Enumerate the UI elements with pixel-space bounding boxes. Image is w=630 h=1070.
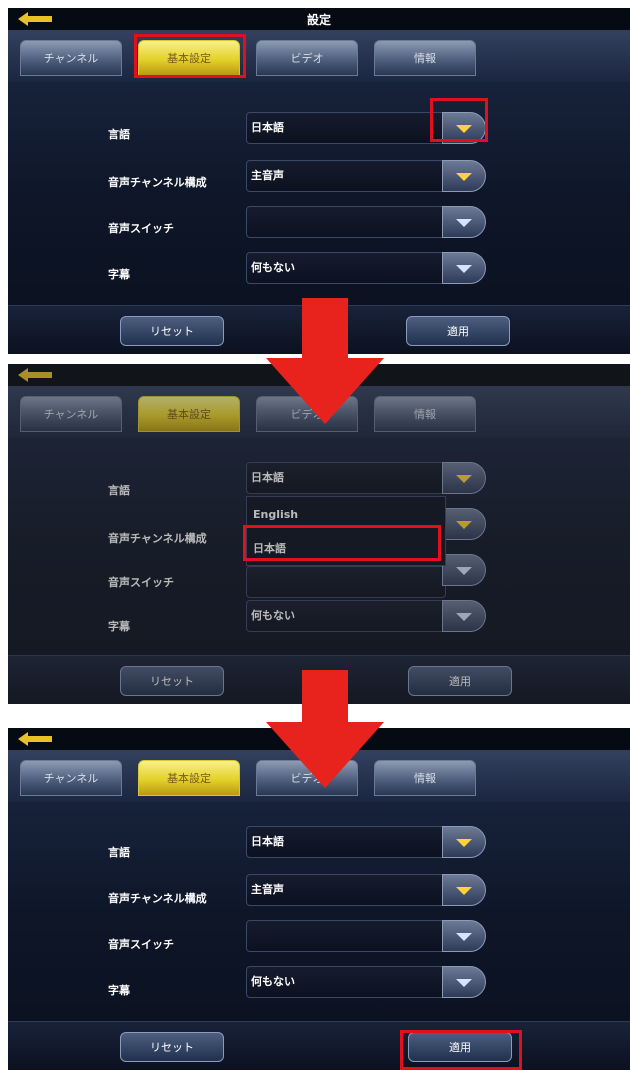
audio-switch-dropdown-button[interactable] [442,554,486,586]
chevron-down-icon [456,887,472,895]
chevron-down-icon [456,475,472,483]
audio-switch-label: 音声スイッチ [108,222,174,235]
settings-form: 言語 日本語 音声チャンネル構成 主音声 音声スイッチ 字幕 何もない [8,82,630,304]
reset-button[interactable]: リセット [120,666,224,696]
chevron-down-icon [456,613,472,621]
subtitle-dropdown-button[interactable] [442,252,486,284]
back-arrow-icon[interactable] [18,731,52,747]
language-select[interactable]: 日本語 [246,462,446,494]
chevron-down-icon [456,933,472,941]
page-title: 設定 [306,13,331,27]
language-label: 言語 [108,128,130,141]
reset-button[interactable]: リセット [120,1032,224,1062]
audio-channel-select[interactable]: 主音声 [246,874,446,906]
highlight-japanese-option [243,525,441,561]
subtitle-dropdown-button[interactable] [442,966,486,998]
tab-info[interactable]: 情報 [374,760,476,796]
language-dropdown-button[interactable] [442,826,486,858]
tab-basic-settings[interactable]: 基本設定 [138,396,240,432]
language-label: 言語 [108,484,130,497]
subtitle-label: 字幕 [108,268,130,281]
audio-channel-label: 音声チャンネル構成 [108,532,207,545]
apply-button[interactable]: 適用 [408,666,512,696]
step-arrow-icon [266,298,384,424]
tab-bar: チャンネル 基本設定 ビデオ 情報 [8,30,630,82]
tab-basic-settings[interactable]: 基本設定 [138,760,240,796]
subtitle-select[interactable]: 何もない [246,966,446,998]
audio-switch-label: 音声スイッチ [108,576,174,589]
audio-channel-label: 音声チャンネル構成 [108,892,207,905]
apply-button[interactable]: 適用 [406,316,510,346]
chevron-down-icon [456,979,472,987]
subtitle-label: 字幕 [108,620,130,633]
language-select[interactable]: 日本語 [246,112,446,144]
highlight-active-tab [134,34,246,78]
chevron-down-icon [456,219,472,227]
audio-switch-select[interactable] [246,566,446,598]
tab-channel[interactable]: チャンネル [20,760,122,796]
audio-switch-dropdown-button[interactable] [442,206,486,238]
subtitle-dropdown-button[interactable] [442,600,486,632]
audio-channel-dropdown-button[interactable] [442,874,486,906]
audio-channel-select[interactable]: 主音声 [246,160,446,192]
language-select[interactable]: 日本語 [246,826,446,858]
audio-switch-select[interactable] [246,920,446,952]
chevron-down-icon [456,521,472,529]
subtitle-select[interactable]: 何もない [246,600,446,632]
audio-switch-dropdown-button[interactable] [442,920,486,952]
audio-switch-select[interactable] [246,206,446,238]
reset-button[interactable]: リセット [120,316,224,346]
audio-channel-label: 音声チャンネル構成 [108,176,207,189]
tab-video[interactable]: ビデオ [256,40,358,76]
chevron-down-icon [456,173,472,181]
audio-switch-label: 音声スイッチ [108,938,174,951]
audio-channel-dropdown-button[interactable] [442,160,486,192]
action-bar: リセット 適用 [8,1021,630,1070]
chevron-down-icon [456,567,472,575]
subtitle-label: 字幕 [108,984,130,997]
back-arrow-icon[interactable] [18,367,52,383]
audio-channel-dropdown-button[interactable] [442,508,486,540]
tab-channel[interactable]: チャンネル [20,396,122,432]
highlight-apply-button [400,1030,522,1070]
tab-channel[interactable]: チャンネル [20,40,122,76]
settings-form: 言語 日本語 音声チャンネル構成 主音声 音声スイッチ 字幕 何もない [8,802,630,1024]
chevron-down-icon [456,839,472,847]
language-label: 言語 [108,846,130,859]
title-bar: 設定 [8,8,630,30]
subtitle-select[interactable]: 何もない [246,252,446,284]
highlight-language-dropdown [430,98,488,142]
chevron-down-icon [456,265,472,273]
tab-info[interactable]: 情報 [374,40,476,76]
language-dropdown-button[interactable] [442,462,486,494]
tab-info[interactable]: 情報 [374,396,476,432]
step-arrow-icon [266,670,384,788]
